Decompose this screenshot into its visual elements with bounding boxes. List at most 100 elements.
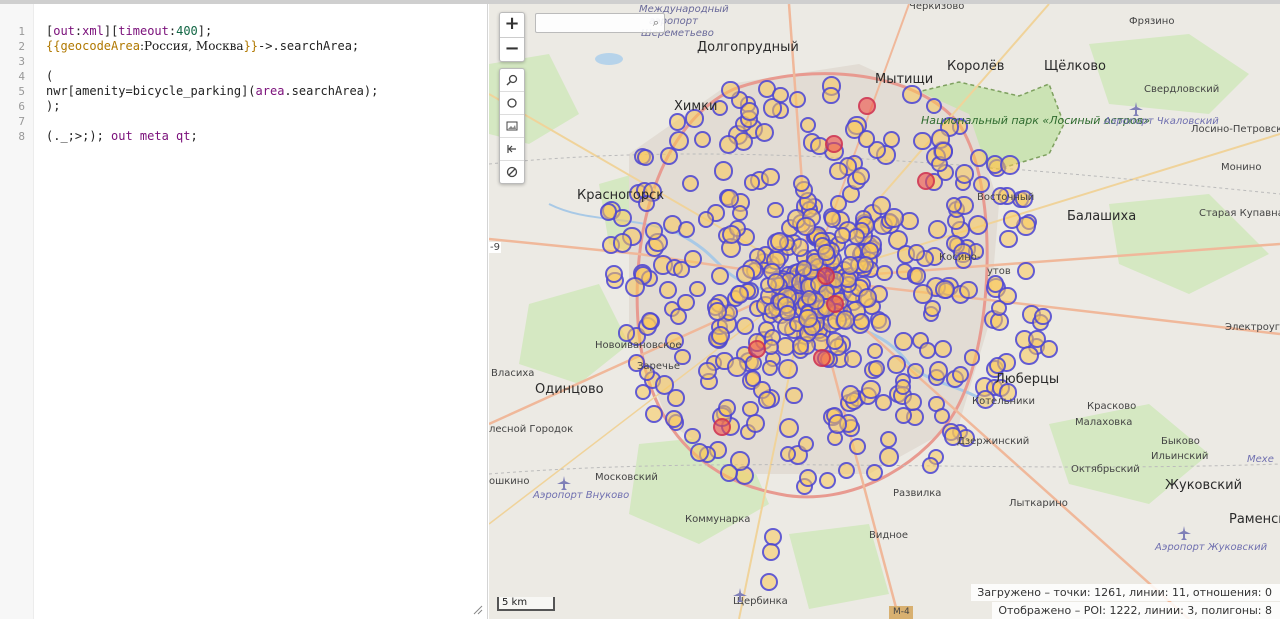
zoom-control: + −: [499, 12, 525, 62]
line-number: 8: [18, 130, 25, 143]
place-label: Мехе: [1247, 454, 1274, 465]
code-token: :Россия, Москва: [139, 39, 244, 53]
code-line-1[interactable]: [out:xml][timeout:400];: [46, 24, 212, 38]
line-number: 7: [18, 115, 25, 128]
code-token: (._;>;);: [46, 129, 112, 143]
place-label: Электроуг: [1225, 322, 1280, 333]
search-icon[interactable]: ⌕: [653, 16, 659, 30]
code-token: ];: [197, 24, 213, 38]
road-label: -9: [489, 242, 501, 253]
place-label: Заречье: [637, 361, 680, 372]
place-label: Щёлково: [1044, 59, 1106, 74]
line-number: 6: [18, 100, 25, 113]
place-label: Коммунарка: [685, 514, 751, 525]
airplane-icon: [557, 476, 571, 490]
code-token: nwr[amenity=bicycle_parking](: [46, 84, 256, 98]
airplane-icon: [733, 588, 747, 602]
expand-icon: [507, 145, 516, 153]
place-label: Развилка: [893, 488, 942, 499]
place-label: Власиха: [491, 368, 535, 379]
map-base-layer: [489, 4, 1280, 619]
no-symbol-icon: [506, 166, 518, 178]
place-label: лесной Городок: [489, 424, 574, 435]
code-token: {{: [46, 39, 61, 53]
circle-icon: [507, 98, 517, 108]
place-label: Видное: [869, 530, 909, 541]
locate-button[interactable]: [500, 92, 524, 115]
code-token: out: [53, 24, 75, 38]
resize-grip-icon[interactable]: [473, 605, 483, 615]
code-token: ;: [190, 129, 198, 143]
place-label: Королёв: [947, 59, 1005, 74]
line-number-gutter: 1 2 3 4 5 6 7 8: [0, 4, 34, 619]
place-label: Лосино-Петровск: [1191, 124, 1280, 135]
code-token: timeout: [118, 24, 169, 38]
airport-label: Аэропорт Чкаловский: [1104, 116, 1219, 127]
line-number: 2: [18, 40, 25, 53]
zoom-in-button[interactable]: +: [500, 13, 524, 38]
map-view[interactable]: Международный аэропорт Шереметьево Черки…: [489, 4, 1280, 619]
loaded-stats: Загружено – точки: 1261, линии: 11, отно…: [971, 584, 1280, 601]
place-label: Старая Купавна: [1199, 208, 1280, 219]
place-label: Фрязино: [1129, 16, 1175, 27]
code-line-2[interactable]: {{geocodeArea:Россия, Москва}}->.searchA…: [46, 39, 359, 53]
code-line-5[interactable]: nwr[amenity=bicycle_parking](area.search…: [46, 84, 378, 98]
magnifier-icon: [506, 74, 518, 86]
place-label: Свердловский: [1144, 84, 1220, 95]
place-label: Новоивановское: [595, 340, 682, 351]
place-label: Химки: [674, 99, 718, 114]
query-editor[interactable]: 1 2 3 4 5 6 7 8 [out:xml][timeout:400]; …: [0, 4, 488, 619]
place-label: Люберцы: [995, 372, 1060, 387]
place-label: Дзержинский: [957, 436, 1030, 447]
fullscreen-button[interactable]: [500, 138, 524, 161]
place-label: Ильинский: [1151, 451, 1209, 462]
code-token: ->.searchArea;: [258, 39, 360, 53]
code-token: }}: [243, 39, 259, 53]
code-line-6[interactable]: );: [46, 99, 60, 113]
place-label: утов: [987, 266, 1011, 277]
code-token: area: [255, 84, 285, 98]
place-label: Раменск: [1229, 512, 1280, 527]
place-label: Балашиха: [1067, 209, 1137, 224]
airplane-icon: [1177, 526, 1191, 540]
code-token: ][: [103, 24, 119, 38]
airport-label: Аэропорт Внуково: [533, 490, 630, 501]
airport-label: Аэропорт Жуковский: [1155, 542, 1268, 553]
place-label: Черкизово: [909, 4, 965, 12]
code-token: 400: [176, 24, 198, 38]
line-number: 3: [18, 55, 25, 68]
place-label: Косино-: [939, 252, 981, 263]
park-label: Национальный парк «Лосиный остров»: [921, 114, 1151, 127]
place-label: ошкино: [489, 476, 530, 487]
code-token: geocodeArea: [60, 39, 140, 53]
place-label: Мытищи: [875, 72, 934, 87]
place-label: Быково: [1161, 436, 1200, 447]
place-label: Одинцово: [535, 382, 604, 397]
place-label: Московский: [595, 472, 658, 483]
line-number: 5: [18, 85, 25, 98]
airplane-icon: [1129, 102, 1143, 116]
map-search-input[interactable]: ⌕: [535, 13, 665, 33]
place-label: Красково: [1087, 401, 1137, 412]
zoom-out-button[interactable]: −: [500, 38, 524, 62]
line-number: 1: [18, 25, 25, 38]
place-label: Жуковский: [1165, 478, 1243, 493]
code-token: xml: [82, 24, 104, 38]
export-image-button[interactable]: [500, 115, 524, 138]
place-label: Малаховка: [1075, 417, 1133, 428]
place-label: Долгопрудный: [697, 40, 799, 55]
map-scale: 5 km: [497, 597, 555, 611]
place-label: Красногорск: [577, 188, 665, 203]
map-tool-control: [499, 68, 525, 184]
place-label: Октябрьский: [1071, 464, 1140, 475]
code-line-4[interactable]: (: [46, 69, 53, 83]
image-icon: [506, 121, 518, 131]
hide-data-button[interactable]: [500, 161, 524, 183]
line-number: 4: [18, 70, 25, 83]
zoom-to-data-button[interactable]: [500, 69, 524, 92]
road-label: М-4: [893, 607, 910, 617]
code-token: .searchArea);: [284, 84, 379, 98]
place-label: Котельники: [972, 396, 1036, 407]
code-line-8[interactable]: (._;>;); out meta qt;: [46, 129, 198, 143]
place-label: Лыткарино: [1009, 498, 1068, 509]
